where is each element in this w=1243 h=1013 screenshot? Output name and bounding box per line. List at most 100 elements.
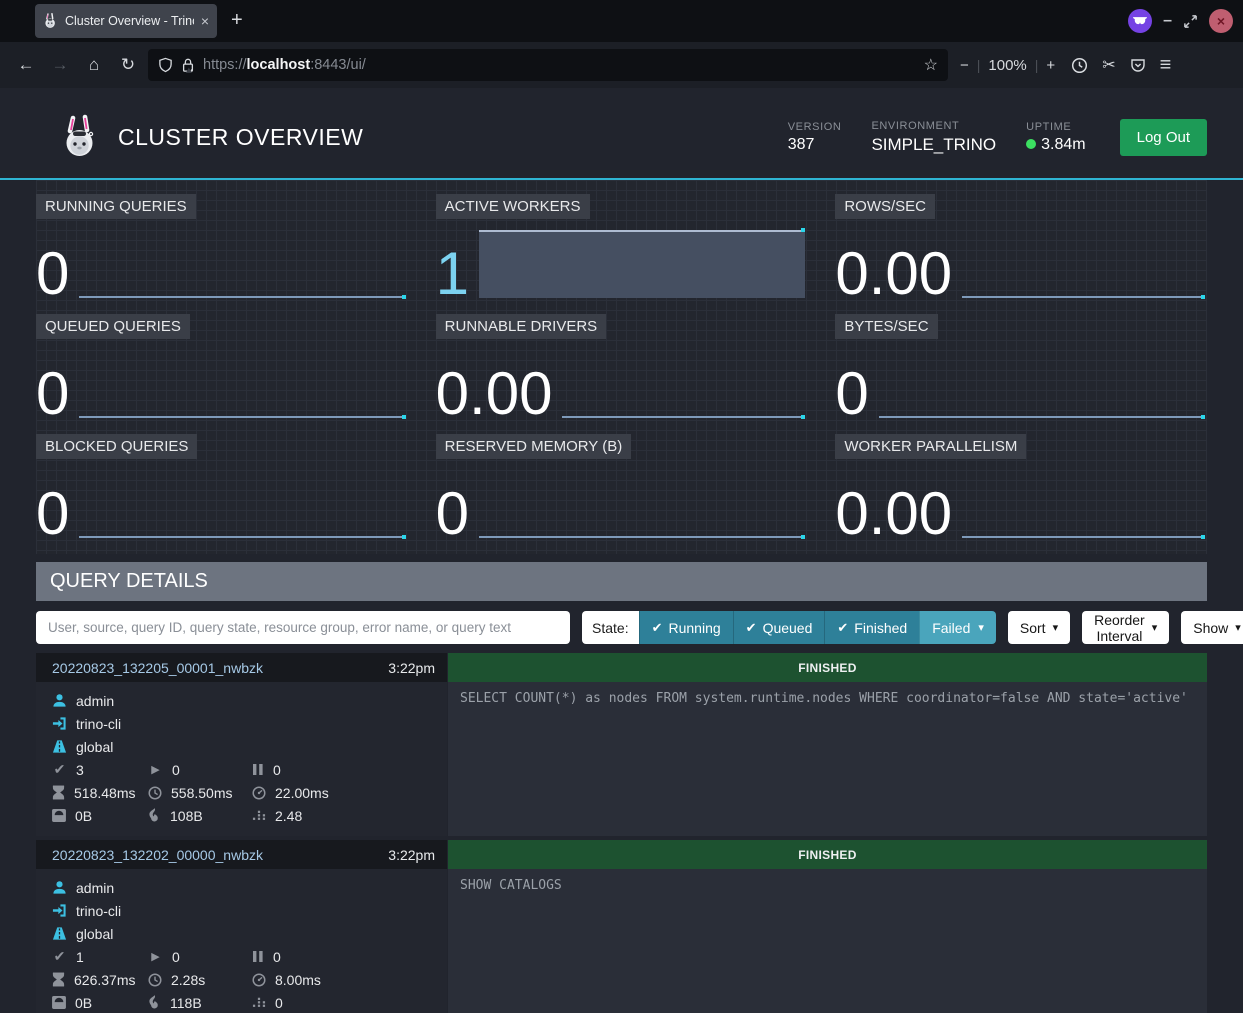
query-list: 20220823_132205_00001_nwbzk 3:22pm FINIS…: [36, 653, 1207, 1013]
parallelism-icon: [252, 809, 266, 822]
parallelism-icon: [252, 996, 266, 1009]
stat-value: 0.00: [835, 245, 952, 306]
tracking-shield-icon[interactable]: [158, 57, 173, 73]
sparkline-dot: [1201, 295, 1205, 299]
page-title: CLUSTER OVERVIEW: [118, 124, 363, 151]
window-minimize-button[interactable]: –: [1163, 12, 1172, 30]
query-state-badge: FINISHED: [448, 840, 1207, 869]
pocket-icon[interactable]: [1130, 57, 1146, 73]
queued-splits-icon: [252, 950, 264, 963]
stat-card-blocked-queries: BLOCKED QUERIES 0: [36, 434, 408, 546]
sparkline: [479, 230, 805, 298]
browser-titlebar: Cluster Overview - Trino × + – ×: [0, 0, 1243, 42]
url-bar[interactable]: https://localhost:8443/ui/ ☆: [148, 49, 948, 81]
stat-card-running-queries: RUNNING QUERIES 0: [36, 194, 408, 306]
back-icon[interactable]: ←: [12, 55, 40, 75]
zoom-in-icon[interactable]: +: [1046, 57, 1055, 74]
tab-title: Cluster Overview - Trino: [65, 14, 194, 28]
version-stat: VERSION 387: [788, 121, 842, 154]
query-search-input[interactable]: [36, 611, 570, 644]
window-restore-button[interactable]: [1183, 14, 1198, 29]
filter-failed-dropdown[interactable]: Failed ▾: [919, 611, 996, 644]
filter-running-button[interactable]: ✔ Running: [639, 611, 733, 644]
query-id-link[interactable]: 20220823_132202_00000_nwbzk: [52, 847, 263, 863]
elapsed-time-icon: [148, 786, 162, 800]
zoom-level[interactable]: 100%: [988, 57, 1026, 74]
stat-value: 0.00: [835, 485, 952, 546]
stat-card-queued-queries: QUEUED QUERIES 0: [36, 314, 408, 426]
reload-icon[interactable]: ↻: [114, 55, 142, 75]
trino-logo: [60, 114, 100, 160]
sparkline-dot: [1201, 415, 1205, 419]
sparkline: [79, 348, 405, 418]
stat-label: RUNNING QUERIES: [36, 194, 196, 219]
home-icon[interactable]: ⌂: [80, 55, 108, 75]
uptime-status-dot: [1026, 139, 1036, 149]
stat-value: 0: [835, 365, 868, 426]
stat-card-active-workers: ACTIVE WORKERS 1: [436, 194, 808, 306]
forward-icon[interactable]: →: [46, 55, 74, 75]
filter-finished-button[interactable]: ✔ Finished: [824, 611, 919, 644]
sort-dropdown[interactable]: Sort ▾: [1008, 611, 1070, 644]
connection-lock-icon[interactable]: [181, 57, 195, 73]
stat-label: ACTIVE WORKERS: [436, 194, 590, 219]
sparkline-dot: [402, 535, 406, 539]
stat-label: BYTES/SEC: [835, 314, 937, 339]
show-dropdown[interactable]: Show ▾: [1181, 611, 1243, 644]
stat-card-reserved-memory: RESERVED MEMORY (B) 0: [436, 434, 808, 546]
caret-down-icon: ▾: [1152, 621, 1158, 634]
elapsed-time-icon: [148, 973, 162, 987]
query-user: admin: [76, 693, 114, 709]
state-filter-group: State: ✔ Running ✔ Queued ✔ Finished Fai…: [582, 611, 996, 644]
cluster-stats-grid: RUNNING QUERIES 0 ACTIVE WORKERS 1 ROWS/…: [36, 180, 1207, 554]
cpu-time-icon: [252, 786, 266, 800]
query-row: 20220823_132205_00001_nwbzk 3:22pm FINIS…: [36, 653, 1207, 836]
stat-card-worker-parallelism: WORKER PARALLELISM 0.00: [835, 434, 1207, 546]
current-memory-icon: [52, 809, 66, 822]
parallelism: 0: [275, 995, 283, 1011]
stat-value: 0: [36, 245, 69, 306]
resource-group-icon: [52, 739, 67, 754]
separator: |: [977, 57, 981, 73]
elapsed-time: 558.50ms: [171, 785, 232, 801]
query-state-badge: FINISHED: [448, 653, 1207, 682]
sparkline-dot: [801, 228, 805, 232]
stat-value[interactable]: 1: [436, 245, 469, 306]
stat-value: 0: [36, 365, 69, 426]
window-close-button[interactable]: ×: [1209, 9, 1233, 33]
logout-button[interactable]: Log Out: [1120, 119, 1207, 156]
query-meta-panel: admin trino-cli global ✔3 ▶0 0 518.48ms …: [36, 682, 447, 836]
reorder-interval-dropdown[interactable]: Reorder Interval ▾: [1082, 611, 1169, 644]
tab-close-icon[interactable]: ×: [201, 13, 209, 29]
stat-label: WORKER PARALLELISM: [835, 434, 1026, 459]
browser-tab[interactable]: Cluster Overview - Trino ×: [35, 4, 217, 38]
history-clock-icon[interactable]: [1071, 57, 1088, 74]
query-sql-text: SELECT COUNT(*) as nodes FROM system.run…: [448, 682, 1207, 836]
sparkline: [79, 468, 405, 538]
environment-stat: ENVIRONMENT SIMPLE_TRINO: [871, 120, 996, 155]
parallelism: 2.48: [275, 808, 302, 824]
zoom-out-icon[interactable]: −: [960, 57, 969, 74]
stat-label: BLOCKED QUERIES: [36, 434, 197, 459]
filter-queued-button[interactable]: ✔ Queued: [733, 611, 825, 644]
sparkline-dot: [402, 295, 406, 299]
sparkline: [79, 228, 405, 298]
screenshot-icon[interactable]: ✂: [1102, 55, 1115, 75]
check-icon: ✔: [652, 620, 663, 636]
trino-ui-page: CLUSTER OVERVIEW VERSION 387 ENVIRONMENT…: [0, 88, 1243, 1013]
query-source: trino-cli: [76, 716, 121, 732]
query-id-link[interactable]: 20220823_132205_00001_nwbzk: [52, 660, 263, 676]
current-memory: 0B: [75, 995, 92, 1011]
cumulative-memory-icon: [148, 995, 161, 1010]
completed-splits: 1: [76, 949, 84, 965]
uptime-value: 3.84m: [1041, 136, 1085, 153]
menu-icon[interactable]: ≡: [1160, 54, 1172, 77]
source-icon: [52, 716, 67, 731]
wall-time: 626.37ms: [74, 972, 135, 988]
cumulative-memory: 118B: [170, 995, 202, 1011]
user-icon: [52, 693, 67, 708]
completed-splits-icon: ✔: [52, 948, 67, 965]
resource-group-icon: [52, 926, 67, 941]
new-tab-button[interactable]: +: [231, 9, 243, 32]
bookmark-star-icon[interactable]: ☆: [924, 55, 938, 75]
